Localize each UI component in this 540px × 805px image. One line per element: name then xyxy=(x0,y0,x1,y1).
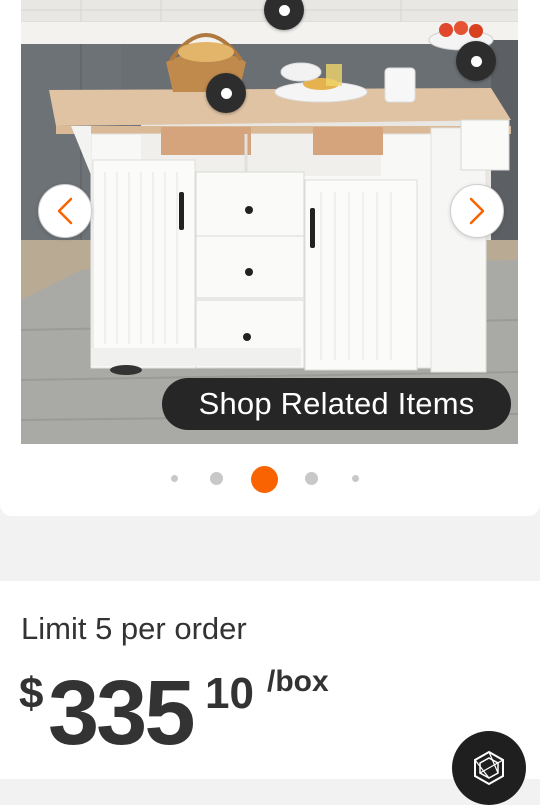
price-currency: $ xyxy=(19,669,44,718)
previous-image-button[interactable] xyxy=(38,184,92,238)
chevron-left-icon xyxy=(57,197,73,225)
hotspot-dot xyxy=(220,87,232,99)
hotspot-dot xyxy=(278,4,290,16)
pager-dot-1[interactable] xyxy=(171,475,178,482)
pager-dot-active[interactable] xyxy=(251,466,278,493)
hotspot-marker-basket[interactable] xyxy=(206,73,246,113)
price-unit: /box xyxy=(267,665,329,698)
price-dollars: 335 xyxy=(48,662,195,764)
order-limit-text: Limit 5 per order xyxy=(21,611,247,646)
pager-dot-5[interactable] xyxy=(352,475,359,482)
pager-dot-4[interactable] xyxy=(305,472,318,485)
chevron-right-icon xyxy=(469,197,485,225)
assistant-logo-icon xyxy=(474,750,504,786)
price-cents: 10 xyxy=(205,669,254,718)
hotspot-dot xyxy=(470,55,482,67)
image-gallery: Shop Related Items xyxy=(0,0,540,516)
hotspot-marker-bowl[interactable] xyxy=(456,41,496,81)
pager-dot-2[interactable] xyxy=(210,472,223,485)
image-pager xyxy=(0,465,540,493)
chat-assistant-button[interactable] xyxy=(452,731,526,805)
next-image-button[interactable] xyxy=(450,184,504,238)
shop-related-items-button[interactable]: Shop Related Items xyxy=(162,378,511,430)
